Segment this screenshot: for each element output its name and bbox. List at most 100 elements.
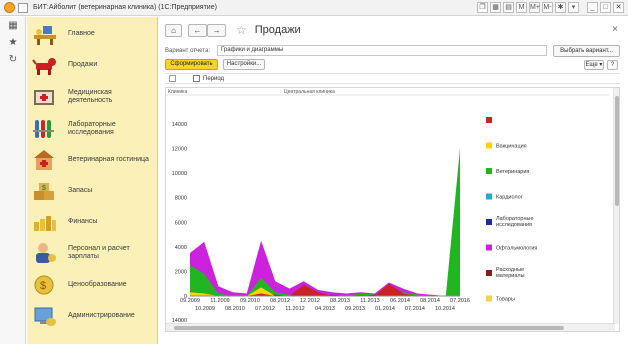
generate-button[interactable]: Сформировать: [165, 59, 218, 70]
x-tick-label-bottom: 01.2014: [375, 306, 395, 312]
section-label: Администрирование: [68, 312, 135, 319]
x-tick-label-top: 07.2016: [450, 298, 470, 304]
legend-label-line2: исследования: [496, 222, 532, 228]
choose-variant-button[interactable]: Выбрать вариант...: [553, 45, 620, 57]
section-label: Ценообразование: [68, 281, 127, 288]
title-toolbar: ❐ ▦ ▤ M M+ M- ✱ ▾ _ □ ✕: [477, 2, 624, 13]
help-button[interactable]: ?: [607, 60, 618, 70]
x-tick-label-bottom: 10.2014: [435, 306, 455, 312]
x-tick-label-top: 08.2014: [420, 298, 440, 304]
info-button[interactable]: ✱: [555, 2, 566, 13]
x-tick-label-bottom: 07.2014: [405, 306, 425, 312]
dropdown-button[interactable]: ▾: [568, 2, 579, 13]
x-tick-label-top: 08.2012: [270, 298, 290, 304]
y-tick-label: 14000: [172, 122, 187, 128]
person-icon: [31, 241, 59, 265]
boxes-icon: $: [31, 179, 59, 203]
x-tick-label-top: 12.2012: [300, 298, 320, 304]
maximize-button[interactable]: □: [600, 2, 611, 13]
star-icon[interactable]: ★: [0, 34, 26, 51]
x-tick-label-top: 09.2009: [180, 298, 200, 304]
left-icon-bar: ▦ ★ ↻: [0, 17, 26, 344]
horizontal-scroll-thumb[interactable]: [174, 326, 564, 330]
window-menu-icon[interactable]: [18, 2, 28, 13]
navigation-row: ⌂ ← → ☆ Продажи: [165, 23, 301, 37]
legend-label: Ветеринария: [496, 169, 529, 175]
grid-icon[interactable]: ▦: [0, 17, 26, 34]
vertical-scrollbar[interactable]: [613, 88, 619, 324]
legend-label-line2: материалы: [496, 273, 525, 279]
home-button[interactable]: ⌂: [165, 23, 182, 37]
legend-label: Вакцинация: [496, 144, 527, 150]
variant-field[interactable]: Графики и диаграммы: [217, 45, 547, 56]
legend-label: Офтальмология: [496, 246, 537, 252]
section-stock[interactable]: $ Запасы: [31, 176, 156, 206]
coins-icon: [31, 210, 59, 234]
section-finance[interactable]: Финансы: [31, 207, 156, 237]
y-tick-label: 8000: [175, 196, 187, 202]
calendar-icon[interactable]: [193, 75, 200, 82]
favorite-star-icon[interactable]: ☆: [236, 23, 247, 37]
sales-chart: Клиника Центральная клиника02000400060008…: [166, 89, 609, 324]
x-tick-label-top: 09.2010: [240, 298, 260, 304]
period-label: Период: [203, 75, 225, 82]
desk-icon: [31, 22, 59, 46]
content-area: ⌂ ← → ☆ Продажи × Вариант отчета: График…: [159, 17, 628, 344]
section-medical[interactable]: Медицинская деятельность: [31, 82, 156, 112]
memory-button[interactable]: M: [516, 2, 527, 13]
period-checkbox[interactable]: [169, 75, 176, 82]
section-staff[interactable]: Персонал и расчет зарплаты: [31, 238, 156, 268]
series-area-2: [190, 148, 460, 296]
memory-minus-button[interactable]: M-: [542, 2, 553, 13]
x-tick-label-bottom: 04.2013: [315, 306, 335, 312]
command-bar: Сформировать Настройки... Еще ▾ ?: [165, 59, 620, 71]
window-title-bar: БИТ:Айболит (ветеринарная клиника) (1С:П…: [0, 0, 628, 16]
calculator-button[interactable]: ▤: [503, 2, 514, 13]
y-tick-label: 6000: [175, 220, 187, 226]
legend-swatch: [486, 168, 492, 174]
section-label: Лабораторные исследования: [68, 121, 116, 136]
section-sales[interactable]: Продажи: [31, 50, 156, 80]
legend-swatch: [486, 117, 492, 123]
x-tick-label-top: 08.2013: [330, 298, 350, 304]
section-admin[interactable]: Администрирование: [31, 301, 156, 331]
chart-header-central-clinic: Центральная клиника: [284, 89, 335, 95]
minimize-button[interactable]: _: [587, 2, 598, 13]
settings-button[interactable]: Настройки...: [223, 59, 265, 70]
section-label: Персонал и расчет зарплаты: [68, 245, 130, 260]
close-form-button[interactable]: ×: [612, 24, 618, 35]
memory-plus-button[interactable]: M+: [529, 2, 540, 13]
svg-text:$: $: [40, 280, 46, 292]
vertical-scroll-thumb[interactable]: [615, 96, 619, 206]
close-window-button[interactable]: ✕: [613, 2, 624, 13]
legend-label: Товары: [496, 297, 515, 303]
section-label: Главное: [68, 30, 95, 37]
y-tick-label: 10000: [172, 171, 187, 177]
x-tick-label-bottom: 09.2013: [345, 306, 365, 312]
section-pricing[interactable]: $ Ценообразование: [31, 270, 156, 300]
legend-swatch: [486, 295, 492, 302]
legend-swatch: [486, 270, 492, 276]
section-lab[interactable]: Лабораторные исследования: [31, 114, 156, 144]
tile-windows-button[interactable]: ❐: [477, 2, 488, 13]
price-icon: $: [31, 273, 59, 297]
legend-label: Кардиолог: [496, 195, 523, 201]
report-variant-row: Вариант отчета: Графики и диаграммы Выбр…: [165, 45, 620, 57]
back-button[interactable]: ←: [188, 23, 207, 37]
section-label: Продажи: [68, 61, 98, 68]
x-tick-label-bottom: 10.2009: [195, 306, 215, 312]
forward-button[interactable]: →: [207, 23, 226, 37]
section-hotel[interactable]: Ветеринарная гостиница: [31, 145, 156, 175]
history-icon[interactable]: ↻: [0, 51, 26, 68]
section-main[interactable]: Главное: [31, 19, 156, 49]
window-title: БИТ:Айболит (ветеринарная клиника) (1С:П…: [33, 4, 217, 11]
x-tick-label-bottom: 11.2012: [285, 306, 304, 312]
more-button[interactable]: Еще ▾: [584, 60, 604, 70]
legend-swatch: [486, 142, 492, 149]
x-tick-label-bottom: 07.2012: [255, 306, 275, 312]
medical-book-icon: [31, 85, 59, 109]
calendar-button[interactable]: ▦: [490, 2, 501, 13]
horizontal-scrollbar[interactable]: [166, 323, 615, 331]
app-logo-icon[interactable]: [4, 2, 15, 13]
svg-text:$: $: [42, 185, 46, 192]
